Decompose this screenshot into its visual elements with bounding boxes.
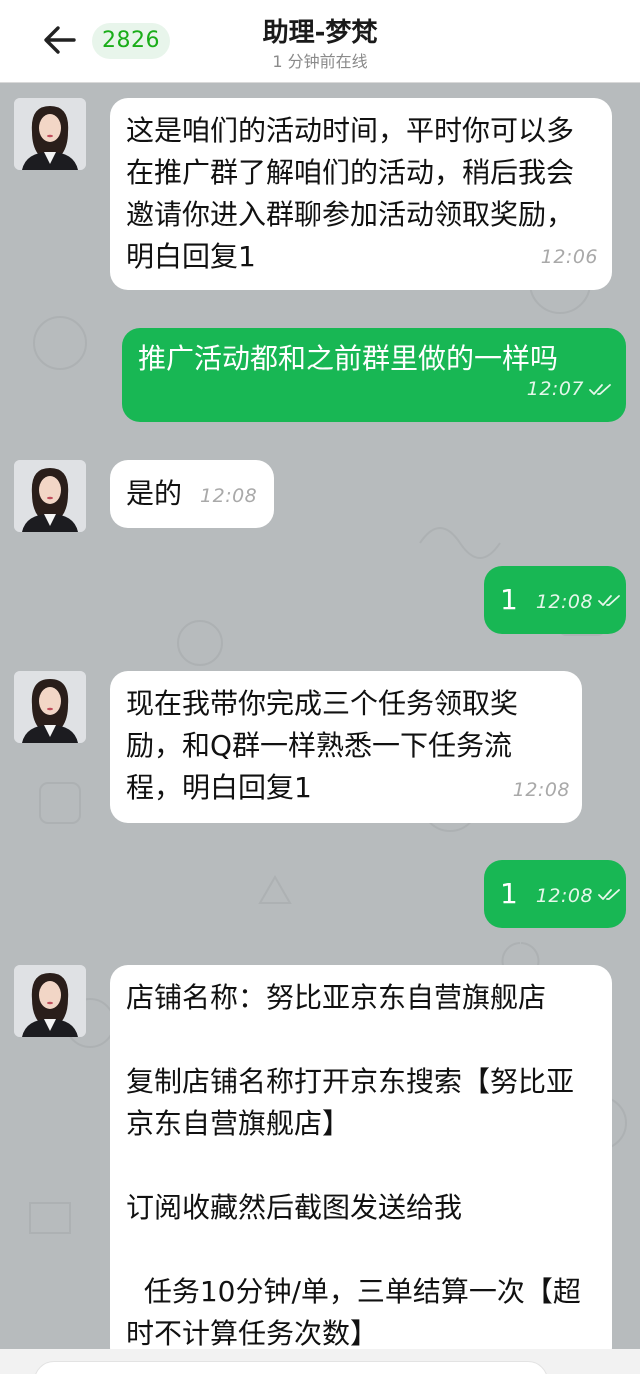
contact-avatar[interactable] [14, 98, 86, 170]
message-text: 这是咱们的活动时间，平时你可以多在推广群了解咱们的活动，稍后我会邀请你进入群聊参… [126, 114, 575, 273]
chat-header: 2826 助理-梦梵 1 分钟前在线 [0, 0, 640, 83]
outgoing-message-bubble[interactable]: 1 12:08 [484, 566, 626, 634]
message-time: 12:08 [512, 779, 570, 801]
message-time-row: 12:07 [527, 368, 614, 410]
avatar-photo [14, 671, 86, 743]
outgoing-message-bubble[interactable]: 1 12:08 [484, 860, 626, 928]
contact-name[interactable]: 助理-梦梵 [0, 12, 640, 49]
avatar-photo [14, 460, 86, 532]
message-text: 现在我带你完成三个任务领取奖励，和Q群一样熟悉一下任务流程，明白回复1 [126, 687, 519, 804]
outgoing-message-bubble[interactable]: 推广活动都和之前群里做的一样吗 12:07 [122, 328, 626, 422]
message-list[interactable]: 这是咱们的活动时间，平时你可以多在推广群了解咱们的活动，稍后我会邀请你进入群聊参… [0, 83, 640, 1349]
contact-avatar[interactable] [14, 965, 86, 1037]
message-time-row: 12:08 [513, 769, 570, 811]
double-check-icon [593, 579, 623, 621]
incoming-message-bubble[interactable]: 这是咱们的活动时间，平时你可以多在推广群了解咱们的活动，稍后我会邀请你进入群聊参… [110, 98, 612, 290]
message-input[interactable] [34, 1361, 548, 1374]
incoming-message-bubble[interactable]: 店铺名称：努比亚京东自营旗舰店 复制店铺名称打开京东搜索【努比亚京东自营旗舰店】… [110, 965, 612, 1349]
message-time: 12:07 [526, 378, 584, 400]
message-text: 1 [500, 583, 518, 616]
message-time-row: 12:06 [541, 236, 598, 278]
message-text: 是的 [126, 477, 183, 510]
avatar-photo [14, 98, 86, 170]
message-time: 12:08 [535, 885, 594, 907]
contact-avatar[interactable] [14, 671, 86, 743]
message-time: 12:08 [200, 485, 258, 507]
incoming-message-bubble[interactable]: 是的 12:08 [110, 460, 274, 528]
composer-bar [0, 1349, 640, 1374]
online-status: 1 分钟前在线 [272, 52, 368, 71]
message-time: 12:08 [535, 591, 594, 613]
message-text: 1 [500, 877, 518, 910]
double-check-icon [584, 378, 614, 400]
incoming-message-bubble[interactable]: 现在我带你完成三个任务领取奖励，和Q群一样熟悉一下任务流程，明白回复1 12:08 [110, 671, 582, 823]
message-text: 店铺名称：努比亚京东自营旗舰店 复制店铺名称打开京东搜索【努比亚京东自营旗舰店】… [126, 981, 581, 1349]
avatar-photo [14, 965, 86, 1037]
double-check-icon [593, 873, 623, 915]
message-time: 12:06 [540, 246, 598, 268]
contact-avatar[interactable] [14, 460, 86, 532]
